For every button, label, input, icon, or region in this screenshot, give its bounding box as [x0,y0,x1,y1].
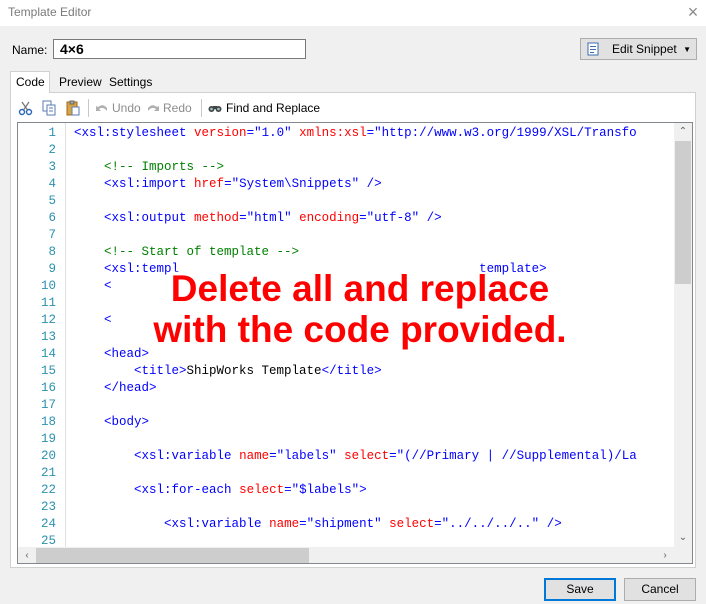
snippet-icon [586,42,600,56]
gutter-divider [65,123,66,563]
vertical-scroll-thumb[interactable] [675,141,691,284]
save-button[interactable]: Save [544,578,616,601]
cancel-button[interactable]: Cancel [624,578,696,601]
find-replace-button[interactable]: Find and Replace [207,97,320,119]
horizontal-scrollbar[interactable]: ‹ › [18,547,674,563]
code-line: <title>ShipWorks Template</title> [134,364,382,378]
undo-label: Undo [112,101,141,115]
redo-label: Redo [163,101,192,115]
code-line: <!-- Start of template --> [104,245,300,259]
line-number: 18 [40,415,56,429]
line-number: 7 [48,228,56,242]
line-number: 6 [48,211,56,225]
line-number: 1 [48,126,56,140]
code-line: <!-- Imports --> [104,160,225,174]
tab-preview[interactable]: Preview [54,73,107,92]
scissors-icon[interactable] [18,97,34,119]
find-replace-label: Find and Replace [226,101,321,115]
line-number: 4 [48,177,56,191]
toolbar-separator [88,99,89,117]
line-number: 10 [40,279,56,293]
line-number: 2 [48,143,56,157]
code-line: <xsl:import href="System\Snippets" /> [104,177,382,191]
tab-settings[interactable]: Settings [104,73,157,92]
code-line: <xsl:variable name="shipment" select="..… [164,517,562,531]
scroll-down-icon[interactable]: ⌄ [674,529,692,547]
undo-icon [94,100,110,116]
paste-icon[interactable] [65,97,81,119]
code-line: <xsl:for-each select="$labels"> [134,483,367,497]
window-title: Template Editor [8,5,92,19]
instruction-annotation: Delete all and replace with the code pro… [80,268,640,350]
scroll-left-icon[interactable]: ‹ [18,547,36,563]
line-number: 24 [40,517,56,531]
redo-button[interactable]: Redo [145,97,192,119]
line-number: 11 [40,296,56,310]
line-number: 17 [40,398,56,412]
line-number: 9 [48,262,56,276]
chevron-down-icon: ▼ [683,44,691,54]
horizontal-scroll-thumb[interactable] [36,548,309,563]
line-number: 23 [40,500,56,514]
scrollbar-corner [674,547,692,563]
copy-icon[interactable] [41,97,57,119]
scroll-right-icon[interactable]: › [656,547,674,563]
line-number: 14 [40,347,56,361]
line-number: 5 [48,194,56,208]
line-number: 22 [40,483,56,497]
name-input[interactable]: 4×6 [53,39,306,59]
line-number: 20 [40,449,56,463]
binoculars-icon [207,100,223,116]
line-number: 16 [40,381,56,395]
undo-button[interactable]: Undo [94,97,141,119]
annotation-line-1: Delete all and replace [170,268,550,309]
annotation-line-2: with the code provided. [153,309,567,350]
title-bar [0,0,706,26]
edit-snippet-label: Edit Snippet [612,42,677,56]
toolbar-separator [201,99,202,117]
line-number: 19 [40,432,56,446]
code-line: <xsl:variable name="labels" select="(//P… [134,449,637,463]
edit-snippet-button[interactable]: Edit Snippet ▼ [580,38,697,60]
line-number: 3 [48,160,56,174]
tab-code[interactable]: Code [10,71,50,93]
close-icon[interactable]: × [683,2,703,22]
name-label: Name: [12,43,48,57]
line-number: 8 [48,245,56,259]
code-line: </head> [104,381,157,395]
line-number: 15 [40,364,56,378]
code-line: <xsl:output method="html" encoding="utf-… [104,211,442,225]
line-number: 25 [40,534,56,548]
line-number-gutter: 1 2 3 4 5 6 7 8 9 10 11 12 13 14 15 16 17 18 19 20 21 22 23 24 2… [18,123,59,563]
editor-toolbar: Undo Redo Find and Replace [14,97,694,119]
line-number: 13 [40,330,56,344]
line-number: 21 [40,466,56,480]
vertical-scrollbar[interactable]: ⌃ ⌄ [674,123,692,547]
scroll-up-icon[interactable]: ⌃ [674,123,692,141]
code-line: <body> [104,415,150,429]
line-number: 12 [40,313,56,327]
code-line: <xsl:stylesheet version="1.0" xmlns:xsl=… [74,126,637,140]
redo-icon [145,100,161,116]
